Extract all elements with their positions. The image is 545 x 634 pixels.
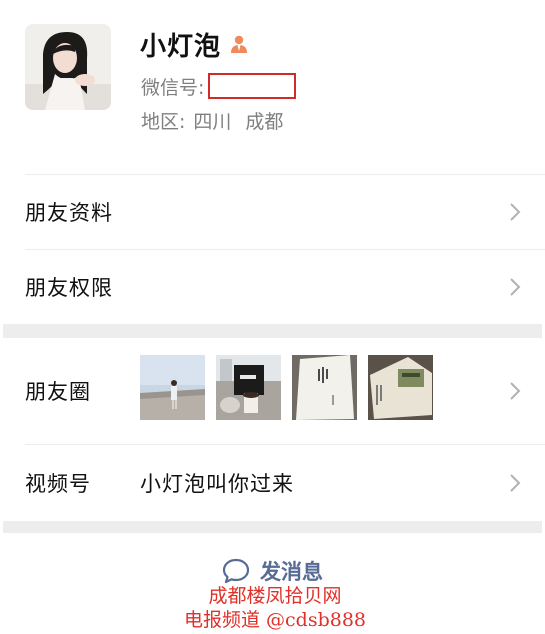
watermark: 成都楼凤拾贝网 电报频道 @cdsb888 [160,584,390,632]
contact-name: 小灯泡 [140,31,222,62]
moments-thumbnail-2 [216,355,281,420]
section-gap [3,324,542,338]
region-city: 成都 [245,110,284,133]
region-row: 地区: 四川 成都 [141,106,283,134]
profile-header: 小灯泡 微信号: 地区: 四川 成都 [0,0,545,174]
chevron-right-icon [510,278,521,296]
male-icon [229,34,249,54]
chevron-right-icon [510,382,521,400]
watermark-line-1: 成都楼凤拾贝网 [208,585,342,607]
friend-profile-label: 朋友资料 [25,201,113,225]
send-message-label: 发消息 [260,560,323,584]
region-province: 四川 [193,110,232,133]
region-label: 地区: [141,110,186,133]
chat-bubble-icon [222,558,250,584]
watermark-line-2: 电报频道 @cdsb888 [183,609,367,631]
chevron-right-icon [510,474,521,492]
moments-thumbnail-1 [140,355,205,420]
avatar-image [25,24,111,110]
name-row: 小灯泡 [140,26,249,62]
channels-row[interactable]: 视频号 小灯泡叫你过来 [0,445,545,521]
moments-thumbnail-3 [292,355,357,420]
moments-thumbnails [140,355,433,420]
chevron-right-icon [510,203,521,221]
channels-value: 小灯泡叫你过来 [140,472,294,496]
section-gap [3,521,542,533]
friend-permissions-row[interactable]: 朋友权限 [0,250,545,324]
moments-row[interactable]: 朋友圈 [0,338,545,444]
wechat-id-label: 微信号: [141,76,205,99]
friend-permissions-label: 朋友权限 [25,276,113,300]
avatar[interactable] [25,24,111,110]
moments-thumbnail-4 [368,355,433,420]
wechat-id-row: 微信号: [141,72,297,100]
contact-profile-page: 小灯泡 微信号: 地区: 四川 成都 朋友资料 朋友权限 朋友圈 视频号 小灯泡… [0,0,545,634]
friend-profile-row[interactable]: 朋友资料 [0,175,545,249]
wechat-id-redacted [208,73,297,99]
moments-label: 朋友圈 [25,380,91,404]
channels-label: 视频号 [25,472,91,496]
